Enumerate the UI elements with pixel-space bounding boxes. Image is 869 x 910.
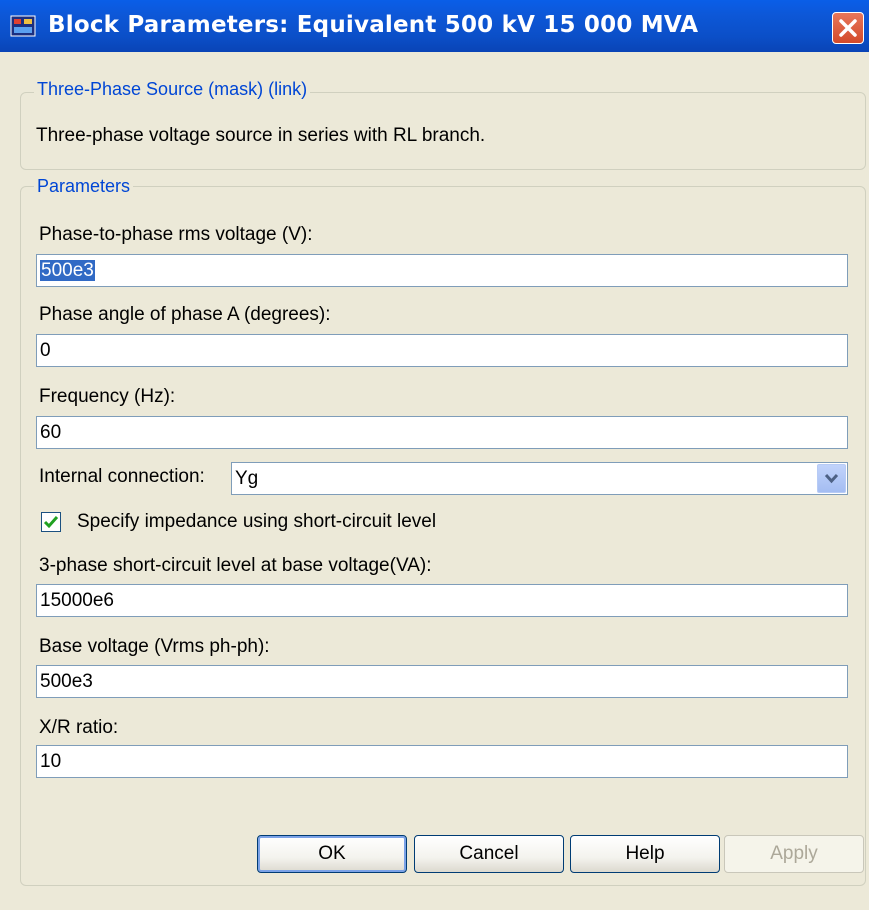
- frequency-label: Frequency (Hz):: [39, 386, 176, 407]
- voltage-input[interactable]: 500e3: [36, 254, 848, 287]
- help-button[interactable]: Help: [570, 835, 720, 873]
- connection-value: Yg: [235, 468, 259, 489]
- short-circuit-input[interactable]: 15000e6: [36, 584, 848, 617]
- xr-ratio-label: X/R ratio:: [39, 717, 119, 738]
- parameters-group: [20, 186, 866, 886]
- title-bar[interactable]: Block Parameters: Equivalent 500 kV 15 0…: [0, 0, 869, 52]
- phase-angle-label: Phase angle of phase A (degrees):: [39, 304, 331, 325]
- dropdown-button[interactable]: [817, 464, 846, 493]
- phase-angle-input[interactable]: 0: [36, 334, 848, 367]
- voltage-value: 500e3: [40, 260, 95, 281]
- connection-select[interactable]: Yg: [231, 462, 848, 495]
- cancel-button[interactable]: Cancel: [414, 835, 564, 873]
- ok-button[interactable]: OK: [257, 835, 407, 873]
- voltage-label: Phase-to-phase rms voltage (V):: [39, 224, 313, 245]
- base-voltage-input[interactable]: 500e3: [36, 665, 848, 698]
- xr-ratio-input[interactable]: 10: [36, 745, 848, 778]
- chevron-down-icon: [824, 473, 839, 484]
- description-text: Three-phase voltage source in series wit…: [36, 125, 486, 146]
- block-parameters-icon: [10, 14, 36, 38]
- base-voltage-label: Base voltage (Vrms ph-ph):: [39, 636, 270, 657]
- description-legend[interactable]: Three-Phase Source (mask) (link): [34, 79, 311, 100]
- close-button[interactable]: [832, 12, 864, 44]
- close-icon: [839, 19, 857, 37]
- short-circuit-label: 3-phase short-circuit level at base volt…: [39, 555, 432, 576]
- parameters-legend: Parameters: [34, 176, 134, 197]
- frequency-input[interactable]: 60: [36, 416, 848, 449]
- impedance-checkbox-label[interactable]: Specify impedance using short-circuit le…: [77, 511, 436, 533]
- dialog-body: Three-Phase Source (mask) (link) Three-p…: [0, 52, 869, 910]
- connection-label: Internal connection:: [39, 466, 205, 487]
- checkmark-icon: [43, 516, 59, 529]
- window-title: Block Parameters: Equivalent 500 kV 15 0…: [48, 12, 699, 38]
- apply-button[interactable]: Apply: [724, 835, 864, 873]
- impedance-checkbox[interactable]: [41, 512, 61, 532]
